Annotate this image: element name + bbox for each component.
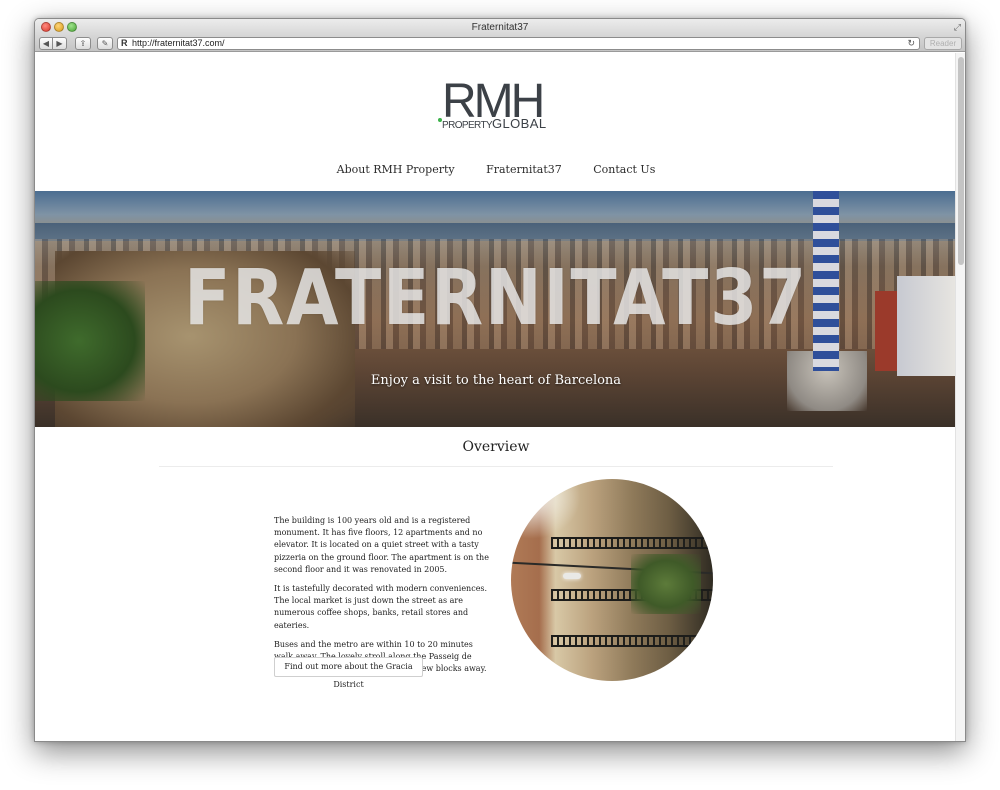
photo-balcony-3 (551, 635, 713, 647)
hero-right-building (897, 276, 957, 376)
hero-title: FRATERNITAT37 (184, 254, 808, 343)
nav-fraternitat37[interactable]: Fraternitat37 (486, 163, 562, 176)
photo-plants (631, 554, 701, 614)
title-bar: Fraternitat37 ⤢ (35, 19, 965, 36)
section-divider (159, 466, 833, 467)
rmh-logo[interactable]: RMH PROPERTYGLOBAL (438, 78, 558, 136)
forward-arrow-icon: ▶ (56, 39, 63, 48)
photo-sky (511, 479, 581, 539)
hero-banner: FRATERNITAT37 Enjoy a visit to the heart… (35, 191, 957, 427)
overview-heading: Overview (462, 439, 530, 455)
nav-about[interactable]: About RMH Property (337, 163, 455, 176)
photo-balcony-1 (551, 537, 713, 549)
scrollbar[interactable] (955, 53, 965, 741)
gracia-district-button[interactable]: Find out more about the Gracia District (274, 657, 423, 689)
logo-sub-property: PROPERTY (442, 120, 493, 131)
logo-subtitle: PROPERTYGLOBAL (442, 116, 546, 131)
tools-button[interactable]: ✎ (97, 37, 113, 50)
building-photo (511, 479, 713, 681)
browser-toolbar: ◀ ▶ ⇪ ✎ R http://fraternitat37.com/ ↻ Re… (35, 36, 965, 52)
main-nav: About RMH Property Fraternitat37 Contact… (35, 163, 957, 176)
share-button[interactable]: ⇪ (75, 37, 91, 50)
logo-sub-global: GLOBAL (492, 116, 547, 131)
overview-paragraph-2: It is tastefully decorated with modern c… (274, 584, 488, 630)
back-button[interactable]: ◀ (39, 37, 53, 50)
reload-icon[interactable]: ↻ (907, 38, 915, 49)
address-bar[interactable]: R http://fraternitat37.com/ ↻ (117, 37, 920, 50)
wrench-icon: ✎ (101, 39, 109, 48)
fullscreen-icon[interactable]: ⤢ (954, 21, 961, 33)
zoom-window-button[interactable] (67, 22, 77, 32)
overview-paragraph-1: The building is 100 years old and is a r… (274, 516, 489, 574)
share-icon: ⇪ (79, 39, 87, 48)
close-window-button[interactable] (41, 22, 51, 32)
hero-subtitle: Enjoy a visit to the heart of Barcelona (370, 373, 622, 388)
window-title: Fraternitat37 (471, 22, 529, 33)
reader-button[interactable]: Reader (924, 37, 962, 50)
photo-street-lamp (563, 573, 581, 579)
nav-contact[interactable]: Contact Us (593, 163, 655, 176)
minimize-window-button[interactable] (54, 22, 64, 32)
page-viewport: RMH PROPERTYGLOBAL About RMH Property Fr… (35, 53, 957, 741)
favicon-icon: R (121, 38, 128, 48)
forward-button[interactable]: ▶ (53, 37, 67, 50)
scroll-thumb[interactable] (958, 57, 964, 265)
back-arrow-icon: ◀ (42, 39, 50, 48)
browser-window: Fraternitat37 ⤢ ◀ ▶ ⇪ ✎ R http://fratern… (34, 18, 966, 742)
url-text: http://fraternitat37.com/ (132, 38, 225, 48)
